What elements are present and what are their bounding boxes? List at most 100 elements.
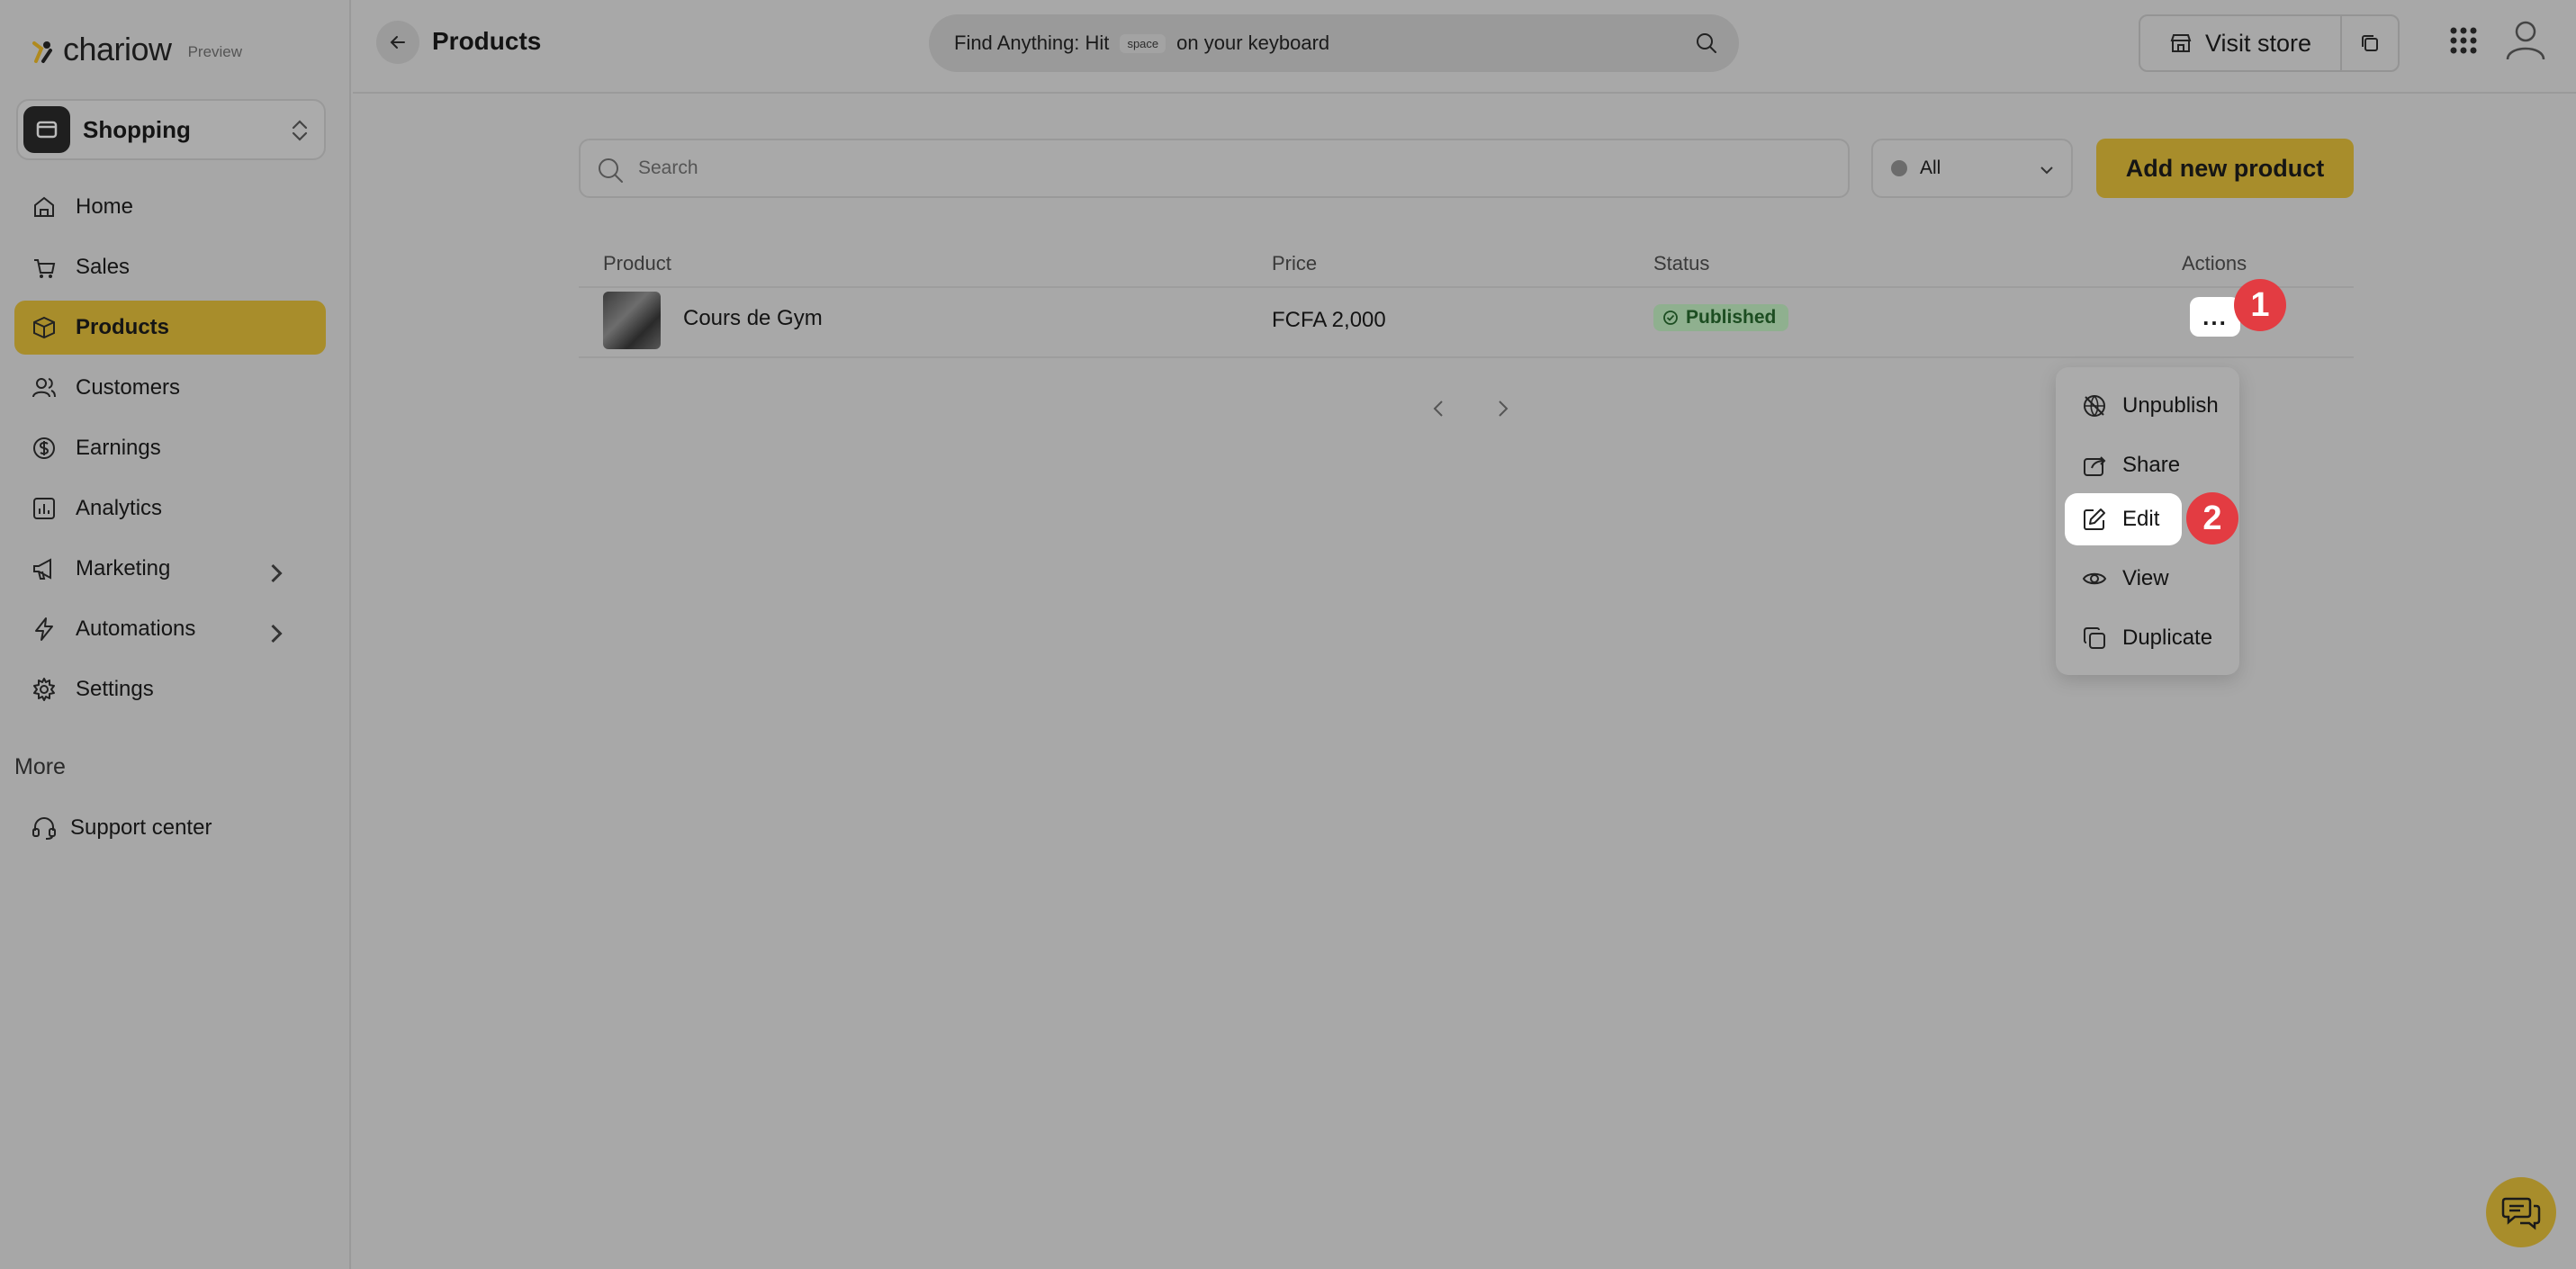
back-button[interactable] [376,21,419,64]
chevron-right-icon[interactable] [1491,398,1513,419]
sidebar-item-marketing[interactable]: Marketing [14,542,326,596]
gear-icon [33,678,55,701]
store-icon [23,106,70,153]
sidebar: chariow Preview Shopping Home Sales Prod… [0,0,351,1269]
menu-item-label: Duplicate [2122,626,2213,650]
menu-item-label: Edit [2122,507,2160,531]
header-divider [579,286,2354,288]
sidebar-item-label: Sales [76,255,131,279]
column-header-actions: Actions [2182,252,2247,274]
menu-item-unpublish[interactable]: Unpublish [2065,380,2236,432]
sidebar-item-label: Earnings [76,436,161,460]
chat-icon [2501,1197,2541,1230]
menu-item-label: View [2122,566,2169,590]
sidebar-item-label: Settings [76,677,154,701]
sidebar-item-automations[interactable]: Automations [14,602,326,656]
chevron-down-icon [2040,166,2053,175]
brand-name: chariow [63,31,172,68]
copy-store-link-button[interactable] [2342,16,2398,70]
menu-item-share[interactable]: Share [2065,439,2182,491]
visit-store-button[interactable]: Visit store [2140,16,2342,70]
menu-item-duplicate[interactable]: Duplicate [2065,612,2236,664]
product-name[interactable]: Cours de Gym [683,306,823,331]
top-bar: Products Find Anything: Hit space on you… [353,0,2576,94]
status-badge-label: Published [1686,307,1777,328]
sidebar-nav: Home Sales Products Customers Earnings A… [14,180,326,723]
search-hint-suffix: on your keyboard [1176,32,1330,54]
search-placeholder: Search [638,158,698,178]
product-price: FCFA 2,000 [1272,308,1386,332]
sidebar-item-home[interactable]: Home [14,180,326,234]
menu-item-view[interactable]: View [2065,553,2182,605]
box-icon [33,316,55,339]
user-icon [2506,21,2545,60]
menu-item-label: Unpublish [2122,393,2219,418]
eye-icon [2082,572,2107,585]
sidebar-item-label: Products [76,315,170,339]
check-circle-icon [1663,310,1678,325]
chart-icon [33,498,55,519]
status-dot-icon [1891,160,1907,176]
sidebar-item-settings[interactable]: Settings [14,662,326,716]
status-filter-select[interactable]: All [1871,139,2073,198]
sidebar-item-label: Automations [76,616,196,641]
status-badge: Published [1653,304,1789,331]
share-icon [2084,456,2106,476]
sidebar-item-label: Support center [70,815,212,840]
step-marker-2: 2 [2186,492,2238,544]
visit-store-group: Visit store [2139,14,2400,72]
menu-item-label: Share [2122,453,2181,477]
product-thumbnail [603,292,661,349]
arrow-left-icon [390,36,405,49]
headset-icon [32,816,56,840]
chariow-logo-icon [32,41,52,63]
sidebar-item-label: Analytics [76,496,163,520]
chevron-right-icon [271,624,283,644]
grid-icon [2450,27,2477,54]
step-marker-1: 1 [2234,279,2286,331]
apps-menu-button[interactable] [2448,25,2479,60]
preview-tag: Preview [187,43,243,60]
search-hint-prefix: Find Anything: Hit [954,32,1110,54]
duplicate-icon [2084,627,2105,649]
global-search-bar[interactable]: Find Anything: Hit space on your keyboar… [929,14,1739,72]
account-button[interactable] [2504,18,2547,68]
sidebar-item-sales[interactable]: Sales [14,240,326,294]
chevron-right-icon [271,563,283,583]
brand-logo[interactable]: chariow Preview [31,31,242,68]
sidebar-item-products[interactable]: Products [14,301,326,355]
keyboard-key-badge: space [1120,33,1166,53]
store-name: Shopping [83,115,191,143]
column-header-price: Price [1272,252,1318,274]
row-actions-button[interactable]: ... [2190,297,2240,337]
chevron-left-icon[interactable] [1428,398,1450,419]
edit-icon [2084,508,2105,530]
sidebar-item-support-center[interactable]: Support center [14,801,326,855]
product-search-input[interactable]: Search [579,139,1850,198]
search-icon [1697,33,1716,53]
copy-icon [2362,35,2378,51]
add-new-product-button[interactable]: Add new product [2096,139,2354,198]
menu-item-edit[interactable]: Edit [2065,493,2182,545]
more-section-label: More [14,754,66,779]
column-header-status: Status [1653,252,1710,274]
status-filter-value: All [1920,158,1941,178]
users-icon [32,378,56,398]
sidebar-item-label: Home [76,194,134,219]
sidebar-item-customers[interactable]: Customers [14,361,326,415]
megaphone-icon [33,558,51,580]
lightning-icon [35,617,53,641]
sidebar-item-earnings[interactable]: Earnings [14,421,326,475]
sales-icon [34,259,56,278]
support-section: Support center [14,801,326,861]
globe-off-icon [2084,395,2105,417]
row-divider [579,356,2354,358]
chevron-up-down-icon [292,120,308,141]
column-header-product: Product [603,252,671,274]
store-switcher[interactable]: Shopping [16,99,326,160]
support-chat-button[interactable] [2486,1177,2556,1247]
sidebar-item-label: Customers [76,375,181,400]
earnings-icon [33,437,55,459]
page-title: Products [432,27,542,55]
sidebar-item-analytics[interactable]: Analytics [14,482,326,536]
